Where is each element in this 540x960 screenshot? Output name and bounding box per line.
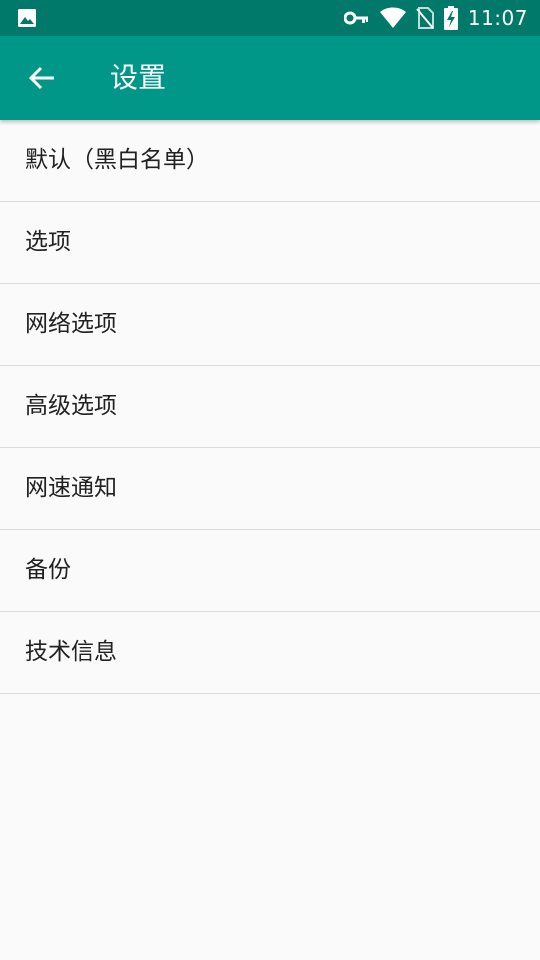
app-bar: 设置 <box>0 36 540 120</box>
arrow-back-icon[interactable] <box>26 62 58 94</box>
settings-item-backup[interactable]: 备份 <box>0 530 540 612</box>
settings-item-default-blacklist[interactable]: 默认（黑白名单） <box>0 120 540 202</box>
page-title: 设置 <box>110 61 167 94</box>
settings-item-network-options[interactable]: 网络选项 <box>0 284 540 366</box>
settings-list: 默认（黑白名单） 选项 网络选项 高级选项 网速通知 备份 技术信息 <box>0 120 540 694</box>
wifi-icon <box>379 7 406 28</box>
settings-item-advanced-options[interactable]: 高级选项 <box>0 366 540 448</box>
settings-item-label: 默认（黑白名单） <box>25 147 209 173</box>
status-bar: 11:07 <box>0 0 540 36</box>
settings-item-technical-info[interactable]: 技术信息 <box>0 612 540 694</box>
no-sim-icon <box>416 7 434 29</box>
settings-item-label: 选项 <box>25 229 71 255</box>
battery-charging-icon <box>443 6 458 30</box>
settings-item-label: 备份 <box>25 557 71 583</box>
status-time: 11:07 <box>467 6 528 30</box>
settings-item-label: 技术信息 <box>25 639 117 665</box>
settings-item-label: 网络选项 <box>25 311 117 337</box>
image-icon <box>18 9 36 27</box>
settings-item-label: 高级选项 <box>25 393 117 419</box>
settings-item-options[interactable]: 选项 <box>0 202 540 284</box>
status-icons: 11:07 <box>343 0 528 36</box>
settings-item-speed-notification[interactable]: 网速通知 <box>0 448 540 530</box>
key-icon <box>343 11 368 25</box>
settings-item-label: 网速通知 <box>25 475 117 501</box>
